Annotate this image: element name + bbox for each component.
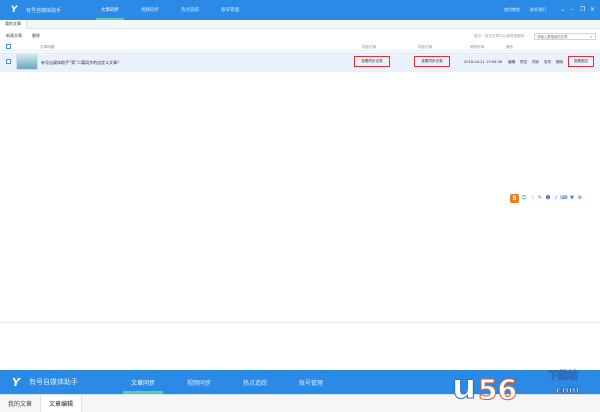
sync-record-2-button[interactable]: 查看同步记录	[414, 56, 450, 67]
table-row[interactable]: 有号自媒体助手“第”二篇同步的自定义文章？ 查看同步记录 查看同步记录 2018…	[0, 52, 600, 72]
search-box: ⌕	[534, 33, 596, 40]
watermark-domain: com	[555, 385, 580, 397]
shirt-icon[interactable]: ▼	[569, 195, 575, 201]
microphone-icon[interactable]: ♪	[553, 195, 559, 201]
search-input[interactable]	[535, 34, 589, 39]
bottom-app-title: 有号自媒体助手	[29, 378, 78, 386]
new-article-button[interactable]: 新建文章	[6, 33, 22, 39]
app-header: Y 有号自媒体助手 文章同步 视频同步 热点追踪 账号管理 使用教程 联系我们 …	[0, 0, 600, 20]
bottom-sub-tab-my-articles[interactable]: 我的文章	[0, 395, 40, 412]
sub-tab-bar: 我的文章	[0, 19, 600, 29]
bottom-nav-tab-article-sync[interactable]: 文章同步	[115, 370, 171, 394]
nav-tab-account-manage[interactable]: 账号管理	[210, 0, 250, 20]
search-icon[interactable]: ⌕	[589, 34, 594, 39]
toolbar: 新建文章 删除 提示：双击文章可以修改或删除 ⌕	[0, 30, 600, 42]
nav-tab-hot-tracking[interactable]: 热点追踪	[170, 0, 210, 20]
minimize-icon[interactable]: –	[569, 7, 576, 14]
nav-tab-article-sync[interactable]: 文章同步	[90, 0, 130, 20]
watermark-number: 56	[478, 373, 518, 407]
nav-tab-video-sync[interactable]: 视频同步	[130, 0, 170, 20]
moon-icon[interactable]: ☽	[529, 195, 535, 201]
watermark-brand: 下载站	[548, 371, 579, 383]
edit-button[interactable]: 编辑	[508, 60, 515, 65]
toolbar-hint: 提示：双击文章可以修改或删除	[474, 34, 525, 38]
settings-icon[interactable]: ⚙	[577, 195, 583, 201]
watermark-big-letter: u	[451, 367, 477, 408]
view-article-button[interactable]: 查看图文	[568, 56, 594, 67]
column-title: 文章标题	[40, 45, 55, 49]
ime-logo-icon[interactable]: S	[510, 193, 519, 203]
app-window: Y 有号自媒体助手 文章同步 视频同步 热点追踪 账号管理 使用教程 联系我们 …	[0, 0, 600, 412]
table-header: 文章标题 同步记录 同步记录 修改时间 操作	[0, 43, 600, 51]
modified-time: 2018-04-21 19:56:38	[464, 60, 503, 64]
header-right: 使用教程 联系我们 ⌄ – ❐ ×	[504, 0, 600, 20]
sync-record-1-button[interactable]: 查看同步记录	[354, 56, 390, 67]
keyboard-icon[interactable]: ⌨	[560, 195, 567, 201]
emoji-icon[interactable]: ☺	[521, 195, 527, 201]
sub-tab-my-articles[interactable]: 我的文章	[0, 19, 27, 29]
chevron-down-icon[interactable]: ⌄	[559, 7, 566, 14]
ime-toolbar: S ☺ ☽ ✎ ☻ ♪ ⌨ ▼ ⚙	[510, 193, 583, 203]
column-modified-time: 修改时间	[470, 45, 485, 49]
bottom-nav-tab-account-manage[interactable]: 账号管理	[283, 370, 339, 394]
publish-button[interactable]: 发布	[544, 60, 551, 65]
contact-link[interactable]: 联系我们	[530, 7, 546, 13]
row-checkbox[interactable]	[6, 59, 11, 64]
article-title[interactable]: 有号自媒体助手“第”二篇同步的自定义文章？	[41, 60, 121, 66]
close-icon[interactable]: ×	[589, 7, 596, 14]
column-sync-record-1: 同步记录	[362, 45, 377, 49]
app-title: 有号自媒体助手	[26, 7, 62, 14]
select-all-checkbox[interactable]	[6, 44, 11, 49]
bottom-nav-tab-video-sync[interactable]: 视频同步	[171, 370, 227, 394]
bottom-nav-tab-hot-tracking[interactable]: 热点追踪	[227, 370, 283, 394]
preview-button[interactable]: 预览	[520, 60, 527, 65]
delete-row-button[interactable]: 删除	[556, 60, 563, 65]
pen-icon[interactable]: ✎	[537, 195, 543, 201]
bottom-app-logo-icon: Y	[12, 375, 20, 389]
bottom-sub-tab-article-edit[interactable]: 文章编辑	[40, 394, 83, 412]
sync-button[interactable]: 同步	[532, 60, 539, 65]
column-actions: 操作	[506, 45, 514, 49]
divider	[0, 322, 600, 323]
delete-button[interactable]: 删除	[32, 33, 40, 39]
watermark-logo: u 56 下载站 com	[451, 363, 598, 409]
smile-icon[interactable]: ☻	[545, 195, 551, 201]
restore-icon[interactable]: ❐	[579, 7, 586, 14]
nav-tabs: 文章同步 视频同步 热点追踪 账号管理	[90, 0, 250, 20]
app-logo-icon: Y	[10, 5, 18, 15]
tutorial-link[interactable]: 使用教程	[504, 7, 520, 13]
column-sync-record-2: 同步记录	[418, 45, 433, 49]
article-thumbnail	[16, 54, 38, 70]
